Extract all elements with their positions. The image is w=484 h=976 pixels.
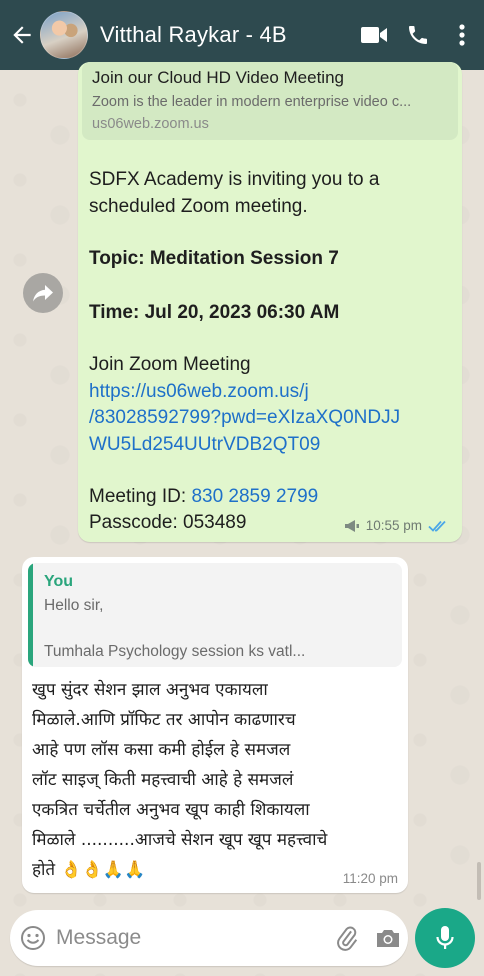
- quote-text: Tumhala Psychology session ks vatl...: [44, 643, 306, 660]
- message-line: scheduled Zoom meeting.: [89, 196, 308, 217]
- outgoing-message-bubble[interactable]: Join our Cloud HD Video Meeting Zoom is …: [78, 62, 462, 542]
- emoji-button[interactable]: [10, 910, 56, 966]
- link-preview-description: Zoom is the leader in modern enterprise …: [92, 94, 412, 110]
- forward-icon: [33, 285, 53, 302]
- link-preview[interactable]: Join our Cloud HD Video Meeting Zoom is …: [82, 62, 458, 140]
- message-input[interactable]: [56, 926, 328, 950]
- attach-button[interactable]: [327, 910, 368, 966]
- more-options-button[interactable]: [440, 0, 484, 70]
- link-preview-title: Join our Cloud HD Video Meeting: [92, 68, 344, 87]
- camera-icon: [376, 930, 399, 947]
- quote-accent-bar: [28, 563, 33, 667]
- incoming-message-text: खुप सुंदर सेशन झाल अनुभव एकायला मिळाले.आ…: [32, 675, 402, 885]
- scrollbar-thumb[interactable]: [477, 862, 481, 900]
- quoted-reply[interactable]: You Hello sir, Tumhala Psychology sessio…: [28, 563, 402, 667]
- quote-text: Hello sir,: [44, 597, 104, 614]
- message-meta: 10:55 pm: [344, 518, 450, 533]
- back-button[interactable]: [4, 0, 40, 70]
- paperclip-icon: [337, 926, 358, 951]
- message-line: SDFX Academy is inviting you to a: [89, 169, 380, 190]
- meeting-time: Time: Jul 20, 2023 06:30 AM: [89, 302, 340, 323]
- message-line: आहे पण लॉस कसा कमी होईल हे समजल: [32, 740, 291, 760]
- message-line: एकत्रित चर्चेतील अनुभव खूप काही शिकायला: [32, 800, 310, 820]
- link-preview-domain: us06web.zoom.us: [92, 116, 209, 132]
- back-arrow-icon: [13, 26, 31, 44]
- message-timestamp: 11:20 pm: [342, 871, 398, 886]
- meeting-id-value[interactable]: 830 2859 2799: [191, 486, 318, 507]
- chat-header: Vitthal Raykar - 4B: [0, 0, 484, 70]
- video-call-icon: [361, 27, 387, 43]
- meeting-link[interactable]: /83028592799?pwd=eXIzaXQ0NDJJ: [89, 404, 400, 431]
- message-composer: [10, 910, 408, 966]
- incoming-message-bubble[interactable]: You Hello sir, Tumhala Psychology sessio…: [22, 557, 408, 893]
- message-line: मिळाले ..........आजचे सेशन खूप खूप महत्त…: [32, 830, 328, 850]
- meeting-link[interactable]: https://us06web.zoom.us/j: [89, 378, 309, 405]
- meeting-id-label: Meeting ID:: [89, 486, 192, 507]
- message-timestamp: 10:55 pm: [365, 518, 422, 533]
- forward-button[interactable]: [23, 273, 63, 313]
- message-line: लॉट साइज् किती महत्त्वाची आहे हे समजलं: [32, 770, 294, 790]
- contact-name[interactable]: Vitthal Raykar - 4B: [100, 22, 352, 48]
- message-line: खुप सुंदर सेशन झाल अनुभव एकायला: [32, 680, 268, 700]
- megaphone-icon: [344, 519, 359, 532]
- camera-button[interactable]: [368, 910, 409, 966]
- voice-call-button[interactable]: [396, 0, 440, 70]
- microphone-icon: [436, 926, 454, 949]
- mic-button[interactable]: [415, 908, 475, 968]
- double-tick-icon: [428, 520, 446, 532]
- more-vert-icon: [459, 24, 465, 46]
- join-label: Join Zoom Meeting: [89, 354, 251, 375]
- message-line: मिळाले.आणि प्रॉफिट तर आपोन काढणारच: [32, 710, 296, 730]
- meeting-link[interactable]: WU5Ld254UUtrVDB2QT09: [89, 431, 320, 458]
- passcode: Passcode: 053489: [89, 512, 247, 533]
- emoji-icon: [21, 926, 45, 950]
- video-call-button[interactable]: [352, 0, 396, 70]
- avatar[interactable]: [40, 11, 88, 59]
- meeting-id-row: Meeting ID: 830 2859 2799: [89, 483, 318, 510]
- quote-author: You: [44, 573, 74, 590]
- meeting-topic: Topic: Meditation Session 7: [89, 248, 339, 269]
- phone-icon: [409, 26, 427, 44]
